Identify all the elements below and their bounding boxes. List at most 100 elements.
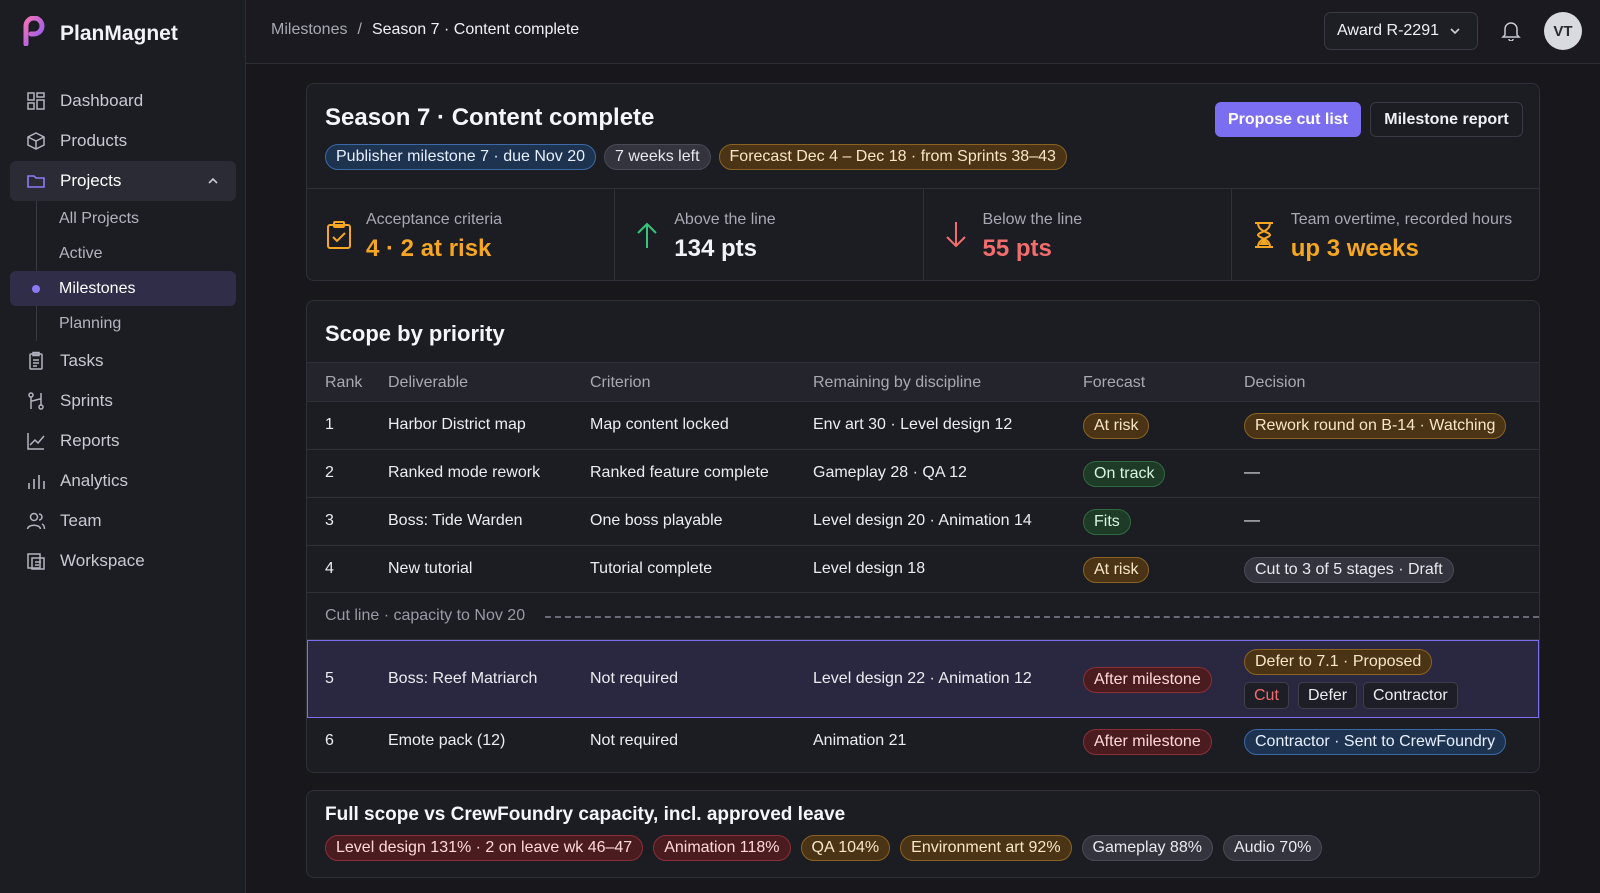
forecast-badge: Fits: [1083, 509, 1131, 535]
nav-dashboard[interactable]: Dashboard: [10, 81, 236, 121]
breadcrumb-milestones[interactable]: Milestones: [271, 21, 347, 39]
contractor-button[interactable]: Contractor: [1363, 682, 1458, 709]
rank-cell: 2: [325, 464, 334, 481]
deliverable-cell: Harbor District map: [388, 416, 526, 433]
forecast-badge: At risk: [1083, 413, 1150, 439]
nav-products[interactable]: Products: [10, 121, 236, 161]
nav-team[interactable]: Team: [10, 501, 236, 541]
stat-value: 4 · 2 at risk: [366, 235, 492, 262]
decision-badge[interactable]: Cut to 3 of 5 stages · Draft: [1244, 557, 1454, 583]
decision-badge[interactable]: Contractor · Sent to CrewFoundry: [1244, 729, 1507, 755]
clipboard-icon: [29, 351, 43, 370]
sidebar: PlanMagnet Dashboard Products Projects A…: [0, 0, 246, 893]
milestone-report-button[interactable]: Milestone report: [1370, 102, 1523, 137]
capacity-pill-animation: Animation 118%: [653, 835, 791, 861]
breadcrumb: Milestones / Season 7 · Content complete: [271, 21, 579, 39]
cut-line: Cut line · capacity to Nov 20: [307, 593, 1539, 640]
stat-label: Above the line: [674, 211, 776, 228]
nav-tasks[interactable]: Tasks: [10, 341, 236, 381]
capacity-pill-environment-art: Environment art 92%: [900, 835, 1072, 861]
col-rank[interactable]: Rank: [325, 374, 362, 392]
nav-analytics-label: Analytics: [60, 471, 129, 490]
deliverable-cell: Boss: Tide Warden: [388, 512, 523, 529]
forecast-badge: After milestone: [1083, 729, 1212, 755]
breadcrumb-separator: /: [357, 21, 362, 38]
rank-cell: 3: [325, 512, 334, 529]
col-remaining[interactable]: Remaining by discipline: [813, 374, 981, 392]
decision-badge[interactable]: Rework round on B-14 · Watching: [1244, 413, 1507, 439]
users-icon: [26, 512, 46, 530]
nav-sprints[interactable]: Sprints: [10, 381, 236, 421]
deliverable-cell: New tutorial: [388, 560, 473, 577]
stat-label: Acceptance criteria: [366, 211, 503, 228]
milestone-card: Season 7 · Content complete Publisher mi…: [306, 83, 1540, 281]
cut-line-dash: [545, 616, 1539, 618]
cut-button[interactable]: Cut: [1244, 682, 1289, 709]
nav-tasks-label: Tasks: [60, 351, 104, 370]
nav-team-label: Team: [60, 511, 102, 530]
stat-acceptance-criteria: Acceptance criteria 4 · 2 at risk: [307, 189, 616, 281]
bar-chart-icon: [28, 475, 45, 489]
propose-cut-list-button[interactable]: Propose cut list: [1215, 102, 1361, 137]
criterion-cell: Not required: [590, 670, 679, 687]
box-icon: [27, 132, 45, 150]
nav-workspace[interactable]: Workspace: [10, 541, 236, 581]
bell-icon[interactable]: [1500, 19, 1522, 41]
folder-icon: [27, 175, 45, 188]
stat-label: Below the line: [982, 211, 1083, 228]
projects-submenu: All Projects Active Milestones Planning: [10, 201, 236, 341]
defer-button[interactable]: Defer: [1298, 682, 1358, 709]
criterion-cell: One boss playable: [590, 512, 723, 529]
weeks-left-pill: 7 weeks left: [604, 144, 711, 170]
arrow-down-icon: [945, 222, 966, 248]
table-row[interactable]: 6 Emote pack (12) Not required Animation…: [307, 718, 1539, 766]
sub-item-all-projects[interactable]: All Projects: [10, 201, 236, 236]
milestone-pills: Publisher milestone 7 · due Nov 20 7 wee…: [325, 144, 1067, 170]
col-deliverable[interactable]: Deliverable: [388, 374, 468, 392]
col-forecast[interactable]: Forecast: [1083, 374, 1145, 392]
stat-above-the-line: Above the line 134 pts: [615, 189, 924, 281]
table-row[interactable]: 1 Harbor District map Map content locked…: [307, 402, 1539, 450]
sub-item-active[interactable]: Active: [10, 236, 236, 271]
app-name: PlanMagnet: [60, 21, 178, 45]
deliverable-cell: Boss: Reef Matriarch: [388, 670, 538, 687]
active-dot: [32, 285, 40, 293]
clipboard-check-icon: [327, 221, 351, 249]
workspace-icon: [27, 553, 45, 570]
sub-item-milestones[interactable]: Milestones: [10, 271, 236, 306]
remaining-cell: Gameplay 28 · QA 12: [813, 464, 967, 481]
forecast-badge: After milestone: [1083, 667, 1212, 693]
capacity-title: Full scope vs CrewFoundry capacity, incl…: [325, 804, 846, 825]
milestone-title: Season 7 · Content complete: [325, 104, 655, 131]
table-row[interactable]: 4 New tutorial Tutorial complete Level d…: [307, 546, 1539, 593]
sub-item-planning[interactable]: Planning: [10, 306, 236, 341]
nav-sprints-label: Sprints: [60, 391, 113, 410]
table-row-selected[interactable]: 5 Boss: Reef Matriarch Not required Leve…: [307, 640, 1539, 718]
hourglass-icon: [1254, 222, 1273, 248]
sub-item-milestones-label: Milestones: [59, 279, 136, 297]
avatar[interactable]: VT: [1544, 12, 1582, 50]
nav-reports[interactable]: Reports: [10, 421, 236, 461]
col-criterion[interactable]: Criterion: [590, 374, 650, 392]
award-label: Award R-2291: [1337, 22, 1439, 39]
nav-products-label: Products: [60, 131, 128, 150]
breadcrumb-current: Season 7 · Content complete: [371, 21, 580, 38]
chevron-up-icon[interactable]: [206, 174, 220, 188]
decision-badge[interactable]: Defer to 7.1 · Proposed: [1244, 649, 1433, 675]
capacity-card: Full scope vs CrewFoundry capacity, incl…: [306, 790, 1540, 878]
col-decision[interactable]: Decision: [1244, 374, 1305, 392]
award-selector[interactable]: Award R-2291: [1324, 12, 1478, 50]
criterion-cell: Tutorial complete: [590, 560, 713, 577]
sprint-icon: [28, 392, 44, 410]
planmagnet-logo-icon: [22, 15, 50, 51]
stat-below-the-line: Below the line 55 pts: [924, 189, 1232, 281]
nav-projects-label: Projects: [60, 171, 122, 190]
table-row[interactable]: 2 Ranked mode rework Ranked feature comp…: [307, 450, 1539, 498]
remaining-cell: Level design 22 · Animation 12: [813, 670, 1032, 687]
table-row[interactable]: 3 Boss: Tide Warden One boss playable Le…: [307, 498, 1539, 546]
nav-analytics[interactable]: Analytics: [10, 461, 236, 501]
nav-projects[interactable]: Projects: [10, 161, 236, 201]
capacity-pills: Level design 131% · 2 on leave wk 46–47 …: [325, 835, 1323, 861]
brand[interactable]: PlanMagnet: [22, 15, 178, 51]
forecast-badge: At risk: [1083, 557, 1150, 583]
